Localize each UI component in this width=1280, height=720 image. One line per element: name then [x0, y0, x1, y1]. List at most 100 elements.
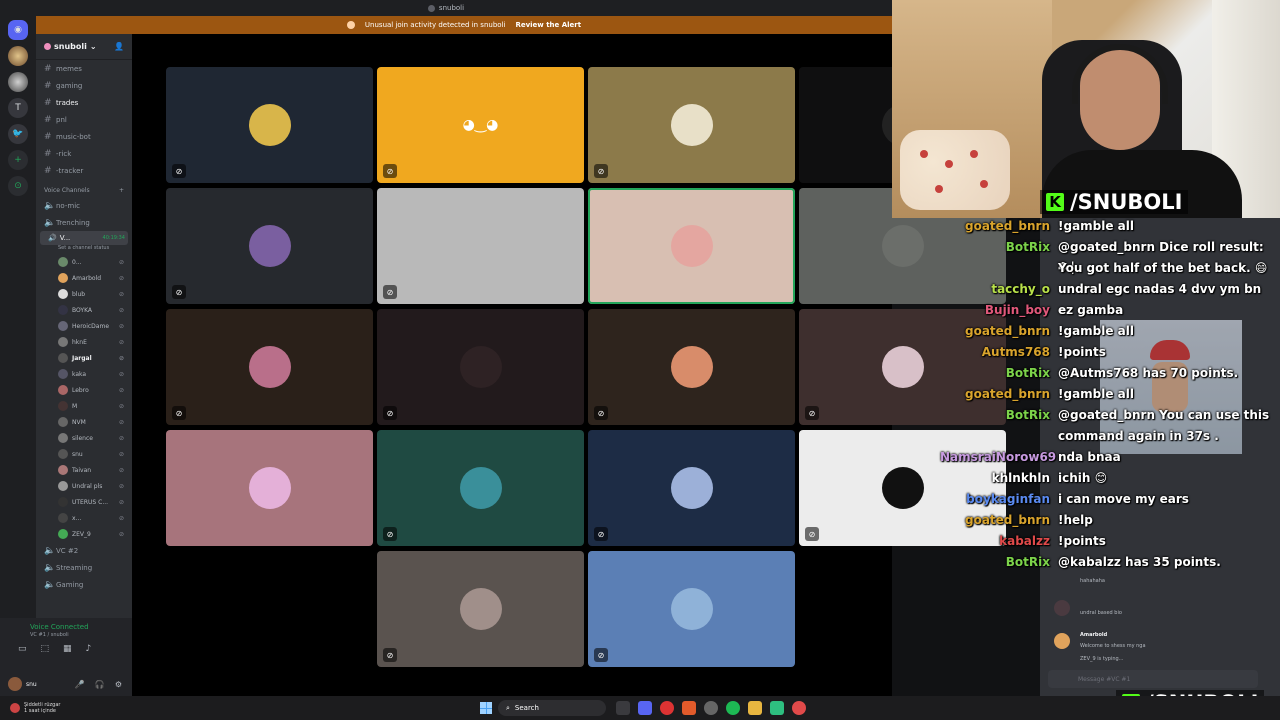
- voice-member[interactable]: Jargal ⊘: [36, 350, 132, 366]
- voice-member[interactable]: ZEV_9 ⊘: [36, 526, 132, 542]
- participant-tile[interactable]: ⊘: [377, 188, 584, 304]
- voice-member[interactable]: NVM ⊘: [36, 414, 132, 430]
- member-name: Lebro: [72, 386, 89, 394]
- voice-member[interactable]: kaka ⊘: [36, 366, 132, 382]
- voice-member[interactable]: HeroicDame ⊘: [36, 318, 132, 334]
- headphones-icon[interactable]: 🎧: [95, 680, 105, 689]
- voice-channel-item[interactable]: 🔈 VC #2: [36, 542, 132, 559]
- camera-icon[interactable]: ▭: [18, 644, 27, 654]
- add-channel-icon[interactable]: +: [119, 187, 124, 194]
- channel-item[interactable]: # gaming: [36, 77, 132, 94]
- discord-icon[interactable]: [638, 701, 652, 715]
- participant-tile[interactable]: ⊘: [166, 67, 373, 183]
- muted-mic-icon: ⊘: [383, 406, 397, 420]
- muted-mic-icon: ⊘: [118, 370, 124, 378]
- muted-mic-icon: ⊘: [118, 274, 124, 282]
- participant-tile[interactable]: ⊘: [166, 309, 373, 425]
- voice-member[interactable]: snu ⊘: [36, 446, 132, 462]
- avatar[interactable]: [8, 677, 22, 691]
- participant-tile[interactable]: ⊘: [588, 551, 795, 667]
- participant-tile[interactable]: ⊘: [377, 551, 584, 667]
- review-alert-button[interactable]: Review the Alert: [515, 21, 581, 29]
- search-label: Search: [514, 704, 539, 712]
- voice-member[interactable]: silence ⊘: [36, 430, 132, 446]
- app-icon[interactable]: [770, 701, 784, 715]
- task-view-icon[interactable]: [616, 701, 630, 715]
- voice-channel-name: Streaming: [56, 563, 93, 572]
- file-explorer-icon[interactable]: [748, 701, 762, 715]
- voice-member[interactable]: M ⊘: [36, 398, 132, 414]
- channel-item[interactable]: # -tracker: [36, 162, 132, 179]
- category-voice[interactable]: Voice Channels +: [36, 183, 132, 197]
- brave-icon[interactable]: [682, 701, 696, 715]
- server-icon-2[interactable]: [8, 72, 28, 92]
- chrome-icon[interactable]: [792, 701, 806, 715]
- message-input[interactable]: Message #VC #1: [1048, 670, 1258, 688]
- chat-author[interactable]: Amarbold: [1080, 632, 1107, 638]
- channel-item[interactable]: # memes: [36, 60, 132, 77]
- server-icon-3[interactable]: 🐦: [8, 124, 28, 144]
- participant-tile[interactable]: ⊘: [166, 188, 373, 304]
- channel-item[interactable]: # pnl: [36, 111, 132, 128]
- voice-member[interactable]: Amarbold ⊘: [36, 270, 132, 286]
- voice-member[interactable]: BOYKA ⊘: [36, 302, 132, 318]
- muted-mic-icon: ⊘: [383, 527, 397, 541]
- channel-item[interactable]: # trades: [36, 94, 132, 111]
- participant-tile[interactable]: ⊘: [588, 430, 795, 546]
- server-header[interactable]: snuboli ⌄ 👤: [36, 34, 132, 60]
- hash-icon: #: [44, 114, 52, 125]
- stream-chat-line: You got half of the bet back. 😄: [940, 258, 1280, 278]
- voice-channel-item[interactable]: 🔈 Trenching: [36, 214, 132, 231]
- participant-avatar: [670, 588, 713, 630]
- server-icon: [427, 4, 435, 12]
- explore-icon[interactable]: ⊙: [8, 176, 28, 196]
- chat-username: goated_bnrn: [965, 219, 1050, 233]
- participant-avatar: [670, 104, 713, 146]
- server-icon-snuboli[interactable]: [8, 46, 28, 66]
- voice-channel-item[interactable]: 🔈 Gaming: [36, 576, 132, 593]
- participant-tile[interactable]: [588, 188, 795, 304]
- voice-channel-item[interactable]: 🔈 no-mic: [36, 197, 132, 214]
- activities-icon[interactable]: ▦: [63, 644, 72, 654]
- discord-home-icon[interactable]: ◉: [8, 20, 28, 40]
- gear-icon[interactable]: ⚙: [115, 680, 122, 689]
- participant-tile[interactable]: ⊘: [588, 309, 795, 425]
- voice-member[interactable]: 0... ⊘: [36, 254, 132, 270]
- webcam-feed: [892, 0, 1280, 218]
- participant-tile[interactable]: ⊘: [377, 430, 584, 546]
- speaker-icon: 🔈: [44, 200, 56, 211]
- participant-tile[interactable]: [166, 430, 373, 546]
- chat-text: command again in 37s .: [1058, 429, 1219, 443]
- voice-channel-active[interactable]: 🔊 V... 40:19:34: [40, 231, 128, 245]
- participant-tile[interactable]: ◕‿◕ ⊘: [377, 67, 584, 183]
- muted-mic-icon: ⊘: [383, 285, 397, 299]
- voice-member[interactable]: blub ⊘: [36, 286, 132, 302]
- voice-member[interactable]: Taivan ⊘: [36, 462, 132, 478]
- voice-channel-item[interactable]: 🔈 Streaming: [36, 559, 132, 576]
- soundboard-icon[interactable]: ♪: [86, 644, 92, 654]
- channel-status[interactable]: Set a channel status: [36, 245, 132, 254]
- screen-share-icon[interactable]: ⬚: [41, 644, 50, 654]
- channel-item[interactable]: # music-bot: [36, 128, 132, 145]
- muted-mic-icon: ⊘: [118, 354, 124, 362]
- opera-icon[interactable]: [660, 701, 674, 715]
- add-server-icon[interactable]: +: [8, 150, 28, 170]
- channel-item[interactable]: # -rick: [36, 145, 132, 162]
- voice-member[interactable]: UTERUS C... ⊘: [36, 494, 132, 510]
- voice-member[interactable]: Lebro ⊘: [36, 382, 132, 398]
- voice-member[interactable]: hknE ⊘: [36, 334, 132, 350]
- taskbar-search[interactable]: ⌕ Search: [498, 700, 606, 716]
- invite-icon[interactable]: 👤: [114, 42, 124, 51]
- obs-icon[interactable]: [704, 701, 718, 715]
- voice-member[interactable]: x... ⊘: [36, 510, 132, 526]
- participant-tile[interactable]: ⊘: [377, 309, 584, 425]
- chat-username: BotRix: [1005, 366, 1050, 380]
- spotify-icon[interactable]: [726, 701, 740, 715]
- weather-widget[interactable]: Şiddetli rüzgar 1 saat içinde: [0, 702, 140, 714]
- microphone-icon[interactable]: 🎤: [75, 680, 85, 689]
- windows-start-icon[interactable]: [480, 702, 492, 714]
- server-icon-t[interactable]: T: [8, 98, 28, 118]
- participant-tile[interactable]: ⊘: [588, 67, 795, 183]
- chat-text: nda bnaa: [1058, 450, 1121, 464]
- voice-member[interactable]: Undral pls ⊘: [36, 478, 132, 494]
